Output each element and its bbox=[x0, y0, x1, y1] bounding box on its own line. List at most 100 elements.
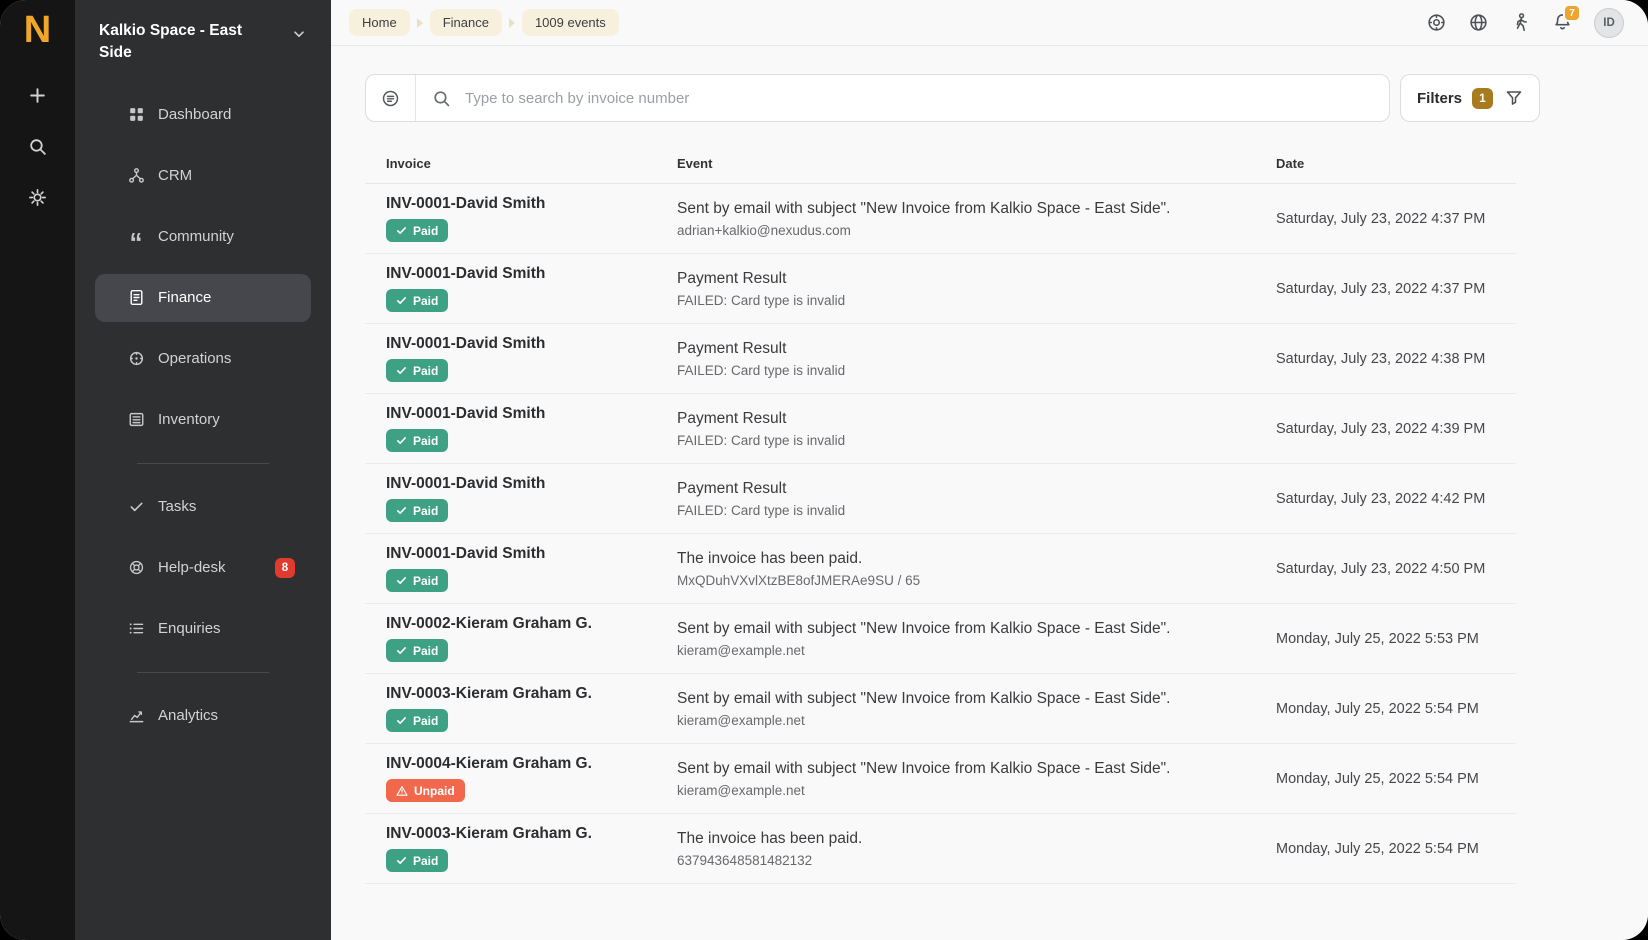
status-badge: Unpaid bbox=[386, 779, 465, 802]
event-cell: The invoice has been paid. MxQDuhVXvlXtz… bbox=[657, 550, 1276, 588]
table-row[interactable]: INV-0001-David Smith Paid Payment Result… bbox=[365, 394, 1516, 464]
avatar[interactable]: ID bbox=[1594, 8, 1624, 38]
sidebar-nav: Dashboard CRM “ Community Finance Operat… bbox=[75, 81, 331, 753]
event-title: Payment Result bbox=[677, 270, 1276, 288]
event-cell: Payment Result FAILED: Card type is inva… bbox=[657, 480, 1276, 518]
event-title: Sent by email with subject "New Invoice … bbox=[677, 760, 1276, 778]
plus-icon bbox=[28, 86, 47, 105]
sidebar-item-dashboard[interactable]: Dashboard bbox=[95, 91, 311, 139]
breadcrumb-separator-icon bbox=[509, 18, 515, 28]
inventory-list-icon bbox=[127, 411, 145, 429]
event-cell: Payment Result FAILED: Card type is inva… bbox=[657, 270, 1276, 308]
breadcrumb-finance[interactable]: Finance bbox=[430, 9, 502, 36]
divider bbox=[137, 672, 269, 673]
sidebar-item-operations[interactable]: Operations bbox=[95, 335, 311, 383]
sidebar-item-helpdesk[interactable]: Help-desk 8 bbox=[95, 544, 311, 592]
event-date: Saturday, July 23, 2022 4:37 PM bbox=[1276, 281, 1516, 297]
breadcrumb-home[interactable]: Home bbox=[349, 9, 410, 36]
table-row[interactable]: INV-0003-Kieram Graham G. Paid The invoi… bbox=[365, 814, 1516, 884]
main-area: Home Finance 1009 events 7 bbox=[331, 0, 1648, 940]
invoice-title: INV-0002-Kieram Graham G. bbox=[386, 615, 657, 633]
table-row[interactable]: INV-0001-David Smith Paid The invoice ha… bbox=[365, 534, 1516, 604]
status-badge: Paid bbox=[386, 429, 448, 452]
breadcrumb: Home Finance 1009 events bbox=[349, 9, 619, 36]
status-label: Paid bbox=[413, 574, 438, 588]
invoice-title: INV-0003-Kieram Graham G. bbox=[386, 825, 657, 843]
sidebar-item-enquiries[interactable]: Enquiries bbox=[95, 605, 311, 653]
event-cell: Sent by email with subject "New Invoice … bbox=[657, 620, 1276, 658]
rail-search-button[interactable] bbox=[18, 127, 58, 167]
table-row[interactable]: INV-0004-Kieram Graham G. Unpaid Sent by… bbox=[365, 744, 1516, 814]
dashboard-grid-icon bbox=[127, 106, 145, 124]
sidebar-item-label: Community bbox=[158, 228, 234, 245]
workspace-switcher[interactable]: Kalkio Space - East Side bbox=[75, 0, 331, 81]
table-row[interactable]: INV-0002-Kieram Graham G. Paid Sent by e… bbox=[365, 604, 1516, 674]
app-logo[interactable]: N bbox=[24, 10, 51, 52]
enquiries-list-icon bbox=[127, 620, 145, 638]
tour-button[interactable] bbox=[1510, 12, 1531, 33]
sidebar-item-tasks[interactable]: Tasks bbox=[95, 483, 311, 531]
event-cell: Sent by email with subject "New Invoice … bbox=[657, 690, 1276, 728]
sidebar-item-finance[interactable]: Finance bbox=[95, 274, 311, 322]
status-badge: Paid bbox=[386, 639, 448, 662]
invoice-cell: INV-0001-David Smith Paid bbox=[365, 335, 657, 382]
sidebar-item-label: CRM bbox=[158, 167, 192, 184]
target-button[interactable] bbox=[1426, 12, 1447, 33]
table-row[interactable]: INV-0001-David Smith Paid Payment Result… bbox=[365, 254, 1516, 324]
event-title: The invoice has been paid. bbox=[677, 830, 1276, 848]
event-title: Payment Result bbox=[677, 410, 1276, 428]
chevron-down-icon bbox=[291, 26, 307, 42]
crm-sitemap-icon bbox=[127, 167, 145, 185]
divider bbox=[137, 463, 269, 464]
invoice-cell: INV-0003-Kieram Graham G. Paid bbox=[365, 685, 657, 732]
add-button[interactable] bbox=[18, 76, 58, 116]
event-date: Saturday, July 23, 2022 4:37 PM bbox=[1276, 211, 1516, 227]
table-row[interactable]: INV-0001-David Smith Paid Payment Result… bbox=[365, 464, 1516, 534]
event-date: Saturday, July 23, 2022 4:50 PM bbox=[1276, 561, 1516, 577]
sidebar-item-inventory[interactable]: Inventory bbox=[95, 396, 311, 444]
saved-views-button[interactable] bbox=[366, 75, 416, 121]
invoice-title: INV-0001-David Smith bbox=[386, 405, 657, 423]
filters-button[interactable]: Filters 1 bbox=[1400, 74, 1540, 122]
event-table-body: INV-0001-David Smith Paid Sent by email … bbox=[365, 184, 1516, 884]
rail-settings-button[interactable] bbox=[18, 178, 58, 218]
globe-icon bbox=[1468, 12, 1489, 33]
check-icon bbox=[396, 225, 407, 236]
status-badge: Paid bbox=[386, 289, 448, 312]
invoice-cell: INV-0001-David Smith Paid bbox=[365, 475, 657, 522]
check-icon bbox=[396, 505, 407, 516]
sidebar-item-community[interactable]: “ Community bbox=[95, 213, 311, 261]
community-quote-icon: “ bbox=[127, 228, 145, 246]
search-input[interactable] bbox=[463, 75, 1389, 121]
search-icon bbox=[432, 89, 451, 108]
status-badge: Paid bbox=[386, 499, 448, 522]
event-title: Payment Result bbox=[677, 480, 1276, 498]
sidebar-item-label: Dashboard bbox=[158, 106, 231, 123]
sidebar-item-label: Analytics bbox=[158, 707, 218, 724]
language-button[interactable] bbox=[1468, 12, 1489, 33]
workspace-name: Kalkio Space - East Side bbox=[99, 20, 264, 65]
status-label: Paid bbox=[413, 224, 438, 238]
search-bar bbox=[365, 74, 1390, 122]
check-icon bbox=[396, 575, 407, 586]
sidebar-item-analytics[interactable]: Analytics bbox=[95, 692, 311, 740]
column-header-event: Event bbox=[657, 156, 1276, 171]
table-row[interactable]: INV-0001-David Smith Paid Sent by email … bbox=[365, 184, 1516, 254]
event-detail: kieram@example.net bbox=[677, 643, 1276, 658]
event-detail: kieram@example.net bbox=[677, 713, 1276, 728]
sidebar-item-crm[interactable]: CRM bbox=[95, 152, 311, 200]
topbar-icons: 7 ID bbox=[1426, 8, 1624, 38]
walking-person-icon bbox=[1510, 12, 1531, 33]
table-row[interactable]: INV-0003-Kieram Graham G. Paid Sent by e… bbox=[365, 674, 1516, 744]
event-detail: FAILED: Card type is invalid bbox=[677, 433, 1276, 448]
event-date: Saturday, July 23, 2022 4:39 PM bbox=[1276, 421, 1516, 437]
breadcrumb-events-count[interactable]: 1009 events bbox=[522, 9, 619, 36]
event-cell: The invoice has been paid. 6379436485814… bbox=[657, 830, 1276, 868]
notifications-button[interactable]: 7 bbox=[1552, 12, 1573, 33]
event-date: Monday, July 25, 2022 5:54 PM bbox=[1276, 771, 1516, 787]
warning-icon bbox=[396, 785, 408, 797]
table-row[interactable]: INV-0001-David Smith Paid Payment Result… bbox=[365, 324, 1516, 394]
event-detail: kieram@example.net bbox=[677, 783, 1276, 798]
funnel-icon bbox=[1505, 89, 1523, 107]
event-title: Sent by email with subject "New Invoice … bbox=[677, 690, 1276, 708]
